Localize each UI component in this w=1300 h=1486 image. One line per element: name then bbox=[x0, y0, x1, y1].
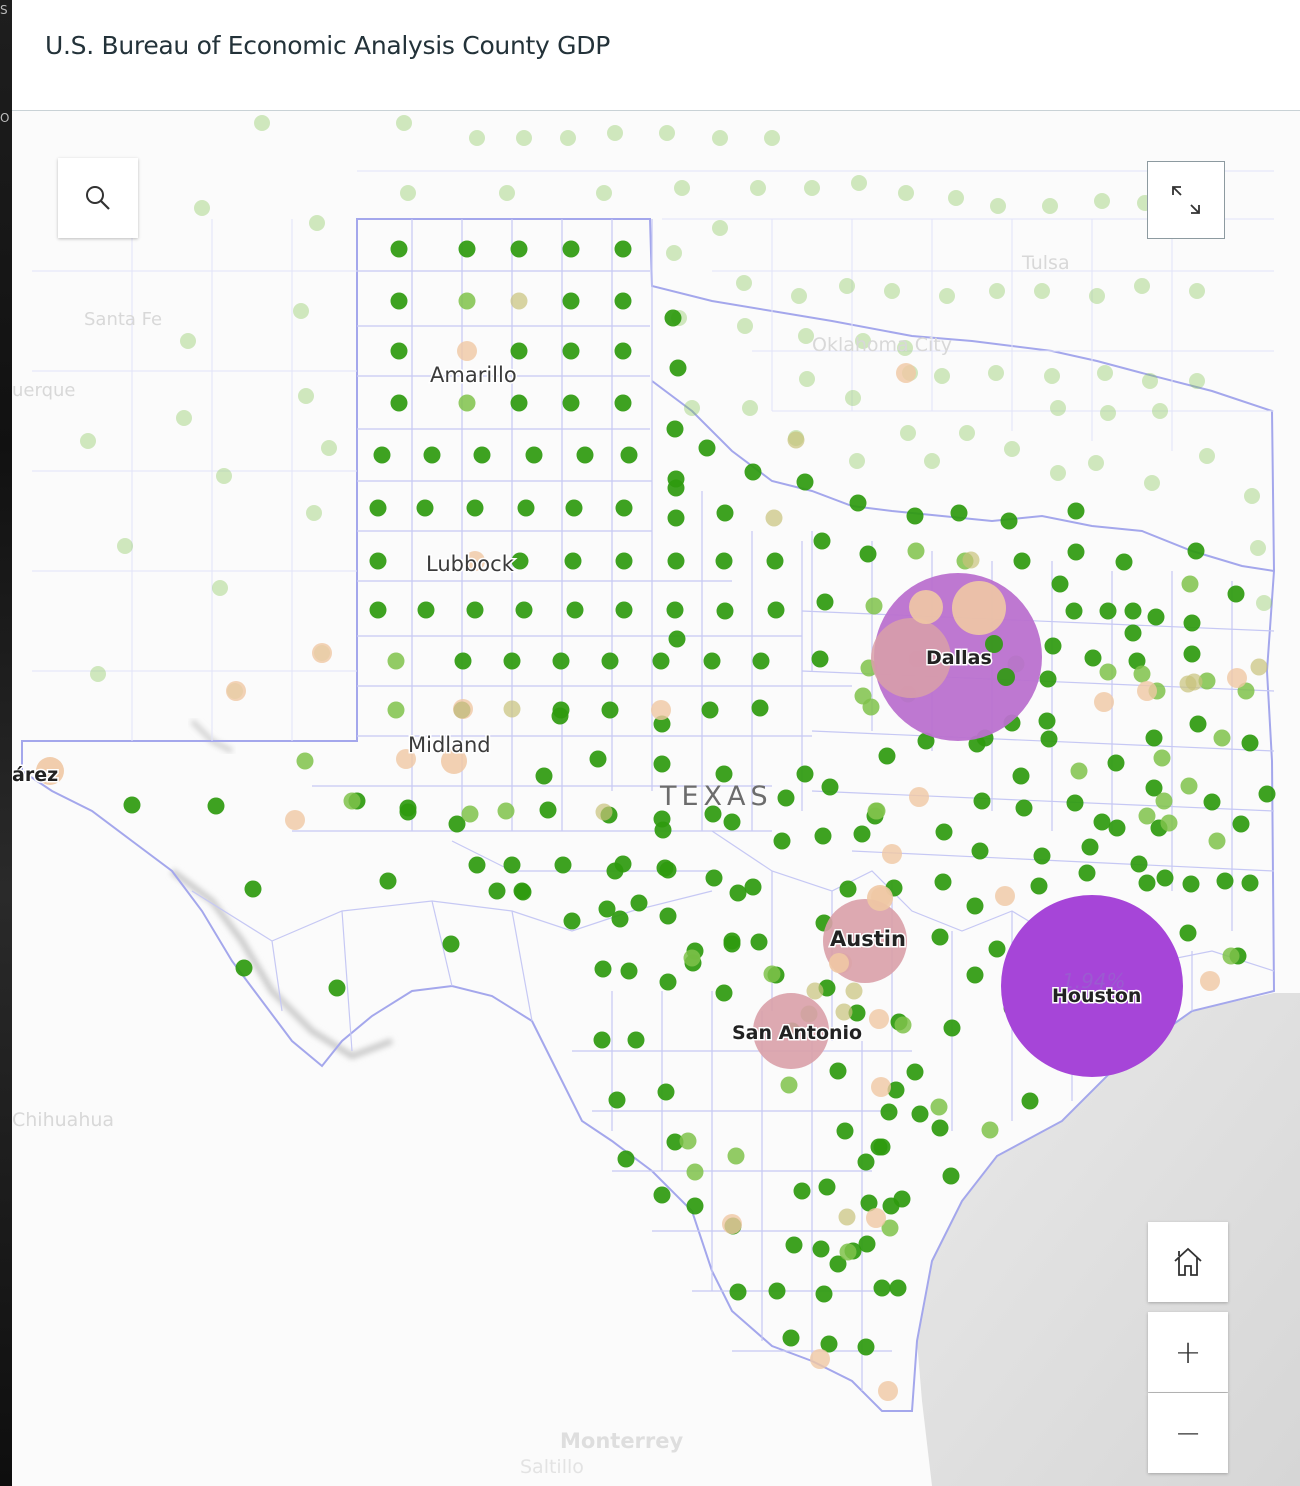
page-title: U.S. Bureau of Economic Analysis County … bbox=[45, 31, 610, 60]
home-icon bbox=[1174, 1247, 1202, 1276]
zoom-out-button[interactable]: − bbox=[1148, 1393, 1228, 1473]
search-icon bbox=[86, 186, 110, 210]
city-label-amarillo: Amarillo bbox=[430, 363, 517, 387]
fullscreen-button[interactable] bbox=[1147, 161, 1225, 239]
expand-icon bbox=[1172, 186, 1200, 214]
region-label-texas: TEXAS bbox=[659, 781, 773, 812]
city-label-austin: Austin bbox=[830, 927, 906, 951]
place-label-chihuahua: Chihuahua bbox=[12, 1109, 114, 1131]
zoom-in-button[interactable]: + bbox=[1148, 1312, 1228, 1392]
map-view[interactable]: Santa Fe uerque Oklahoma City Tulsa Chih… bbox=[12, 111, 1300, 1486]
place-label-oklahoma-city: Oklahoma City bbox=[812, 334, 952, 356]
strip-glyph-mid: O bbox=[0, 112, 10, 124]
place-label-tulsa: Tulsa bbox=[1021, 252, 1070, 274]
left-edge-strip: S O bbox=[0, 0, 12, 1486]
plus-icon: + bbox=[1174, 1333, 1202, 1371]
place-label-santa-fe: Santa Fe bbox=[84, 309, 162, 330]
city-label-dallas: Dallas bbox=[926, 647, 992, 669]
city-label-midland: Midland bbox=[408, 733, 491, 757]
label-layer: Santa Fe uerque Oklahoma City Tulsa Chih… bbox=[12, 252, 1143, 1478]
search-button[interactable] bbox=[58, 158, 138, 238]
home-button[interactable] bbox=[1148, 1222, 1228, 1302]
city-label-juarez: árez bbox=[12, 764, 58, 786]
city-label-lubbock: Lubbock bbox=[426, 552, 515, 576]
place-label-monterrey: Monterrey bbox=[560, 1429, 684, 1453]
city-label-san-antonio: San Antonio bbox=[732, 1022, 862, 1044]
place-label-saltillo: Saltillo bbox=[520, 1456, 584, 1478]
strip-glyph-top: S bbox=[0, 4, 8, 16]
app-header: U.S. Bureau of Economic Analysis County … bbox=[12, 0, 1300, 111]
minus-icon: − bbox=[1174, 1414, 1202, 1452]
place-label-albuquerque: uerque bbox=[12, 380, 75, 401]
city-label-houston: Houston bbox=[1052, 985, 1141, 1007]
